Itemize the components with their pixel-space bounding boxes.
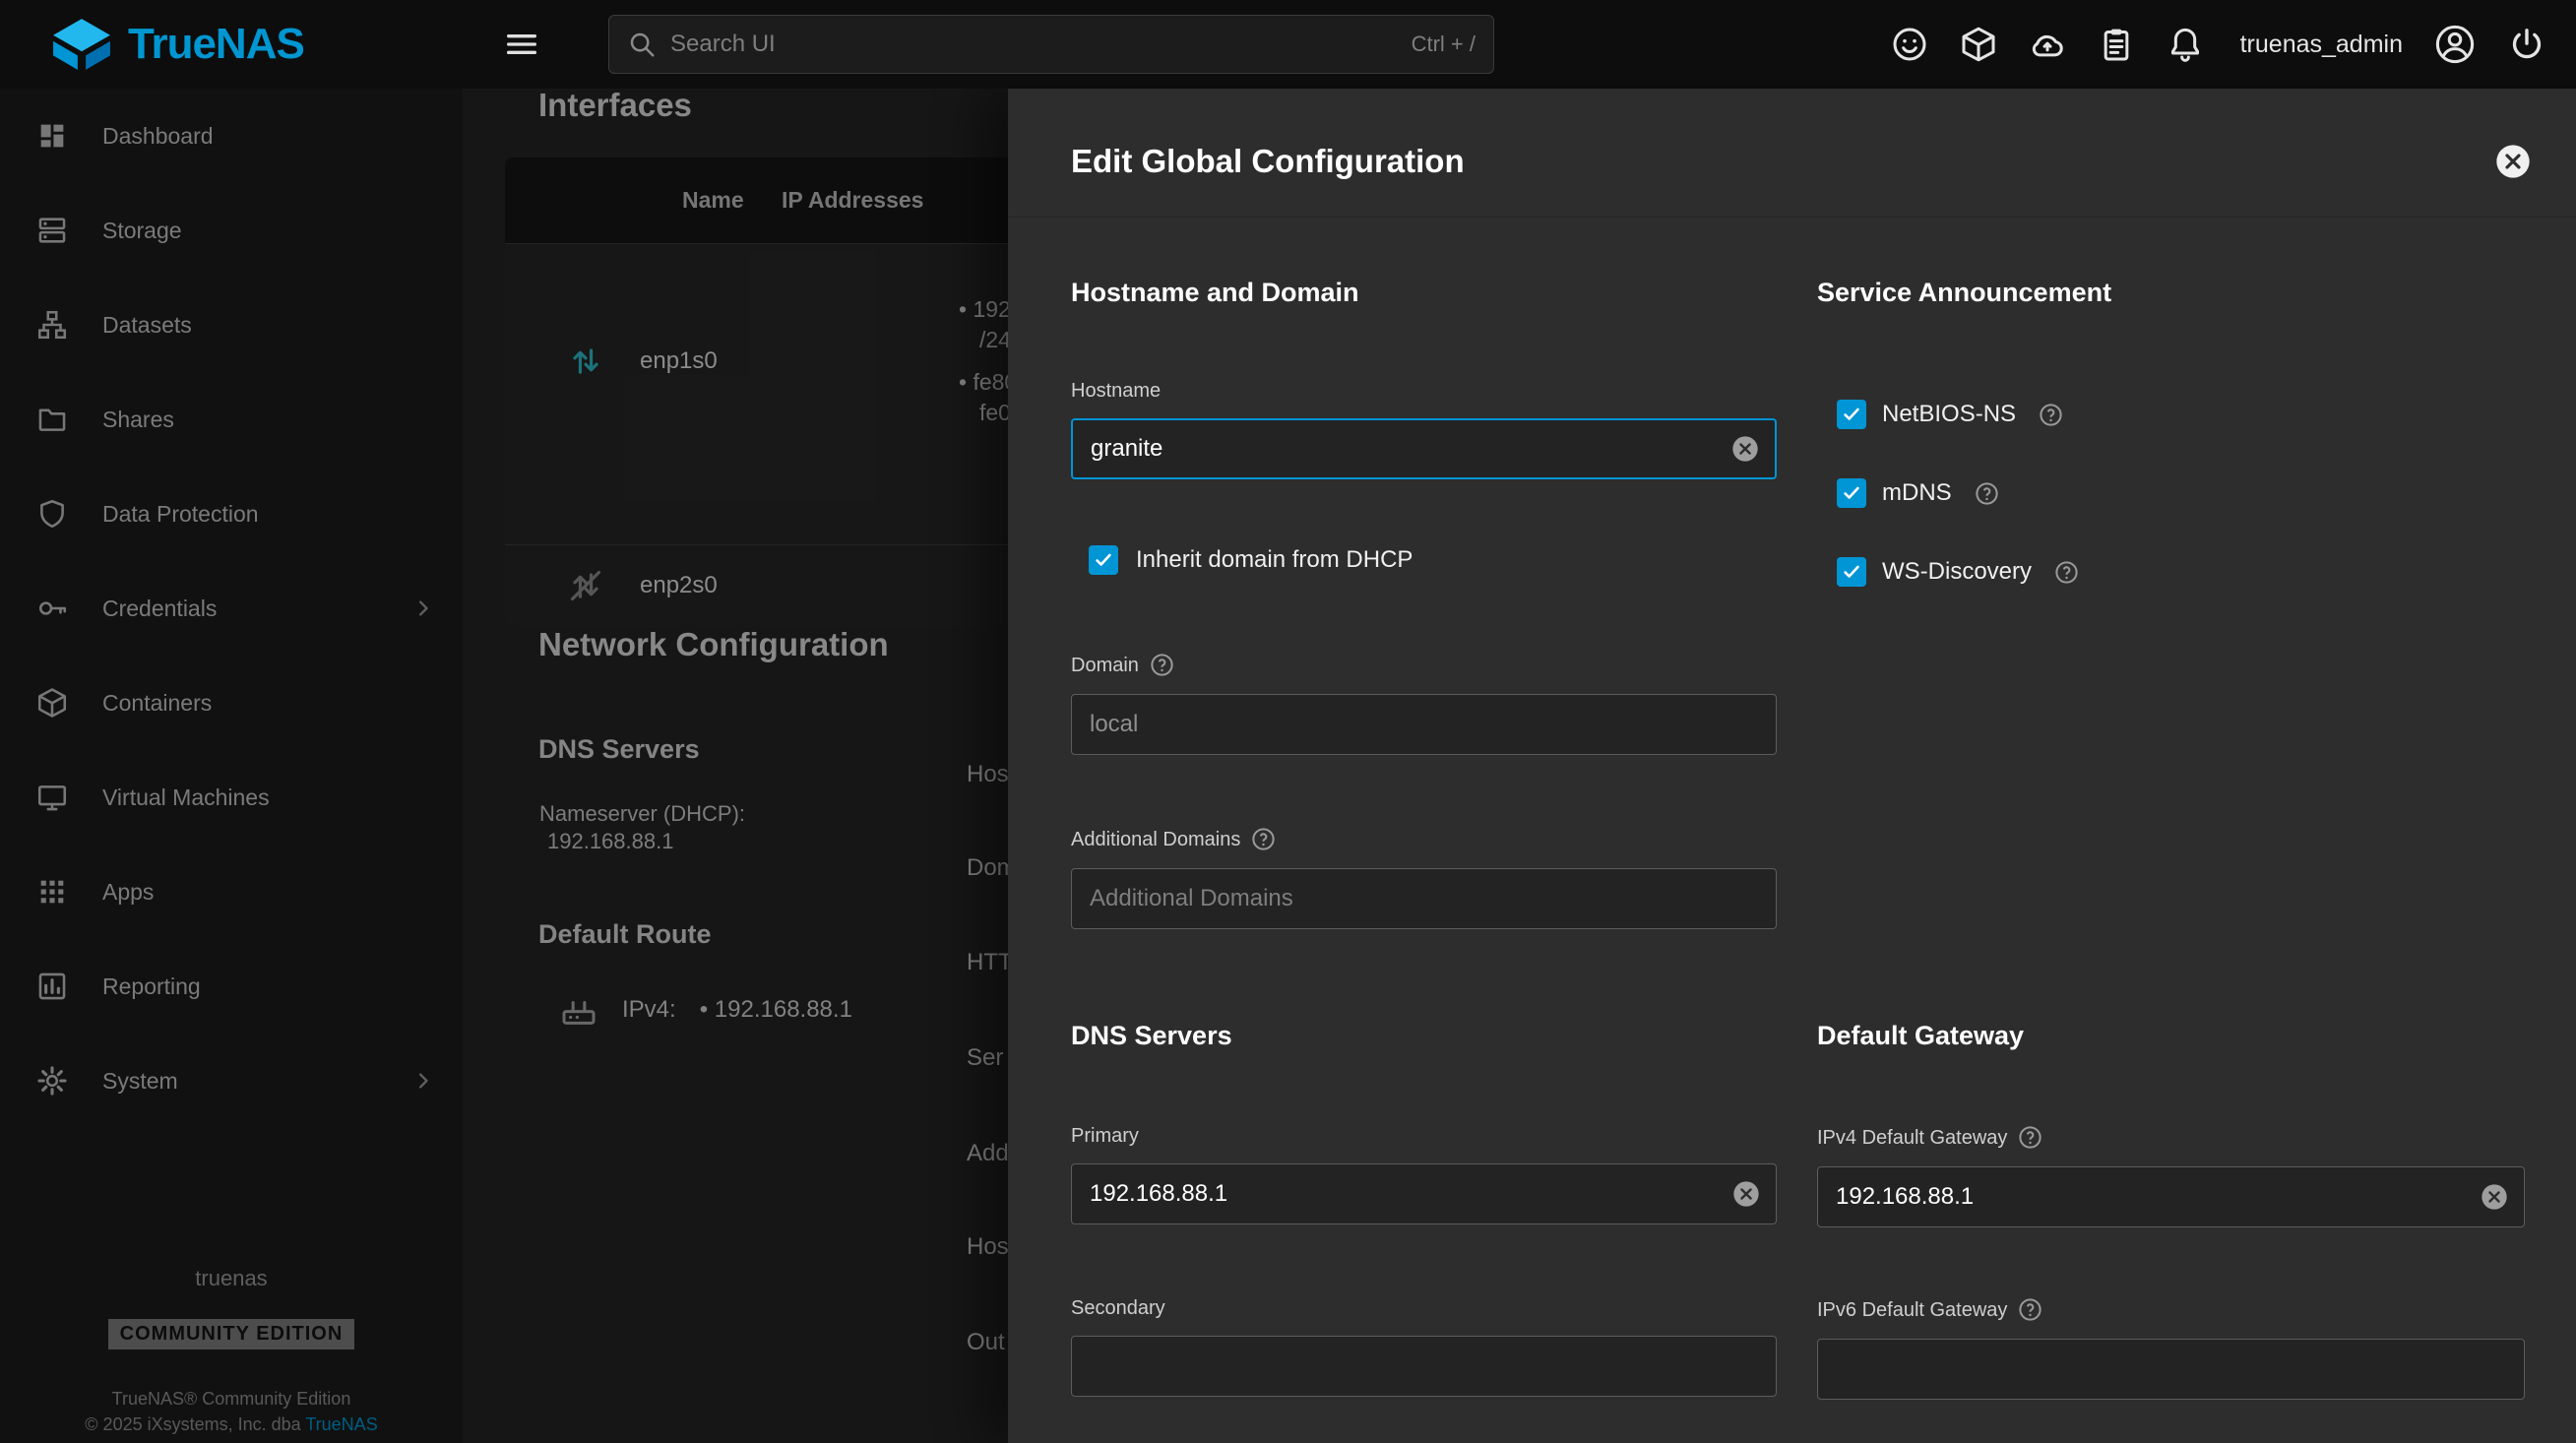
truenas-logo-icon bbox=[51, 17, 112, 72]
mdns-row: mDNS bbox=[1837, 478, 2525, 508]
ipv4-gateway-input-wrapper bbox=[1817, 1166, 2525, 1227]
top-bar: TrueNAS Ctrl + / bbox=[0, 0, 2576, 89]
primary-dns-field: Primary bbox=[1071, 1124, 1777, 1224]
wsdiscovery-row: WS-Discovery bbox=[1837, 557, 2525, 587]
ipv4-gateway-label-row: IPv4 Default Gateway bbox=[1817, 1124, 2525, 1151]
username-label: truenas_admin bbox=[2240, 31, 2403, 59]
secondary-dns-label: Secondary bbox=[1071, 1296, 1777, 1320]
help-icon[interactable] bbox=[2038, 402, 2064, 428]
domain-input-wrapper bbox=[1071, 694, 1777, 755]
netbios-checkbox[interactable] bbox=[1837, 400, 1866, 429]
user-menu-button[interactable] bbox=[2432, 22, 2478, 67]
menu-toggle-button[interactable] bbox=[502, 25, 541, 64]
checkmark-icon bbox=[1841, 482, 1862, 504]
search-icon bbox=[627, 30, 657, 59]
hostname-input-wrapper bbox=[1071, 418, 1777, 479]
wsdiscovery-checkbox[interactable] bbox=[1837, 557, 1866, 587]
power-icon bbox=[2507, 25, 2546, 64]
cloud-button[interactable] bbox=[2028, 25, 2067, 64]
help-icon[interactable] bbox=[1250, 826, 1277, 852]
ipv4-gateway-label: IPv4 Default Gateway bbox=[1817, 1126, 2007, 1150]
close-icon bbox=[2493, 142, 2533, 181]
user-avatar-icon bbox=[2432, 22, 2478, 67]
truenas-logo[interactable]: TrueNAS bbox=[0, 17, 463, 72]
close-dialog-button[interactable] bbox=[2493, 142, 2533, 181]
additional-domains-input-wrapper bbox=[1071, 868, 1777, 929]
ipv4-gateway-input[interactable] bbox=[1818, 1167, 2479, 1226]
checkmark-icon bbox=[1841, 404, 1862, 425]
additional-domains-field: Additional Domains bbox=[1071, 826, 1777, 929]
mdns-checkbox[interactable] bbox=[1837, 478, 1866, 508]
hostname-domain-heading: Hostname and Domain bbox=[1071, 273, 1777, 312]
stack-icon bbox=[1959, 25, 1998, 64]
feedback-icon bbox=[1890, 25, 1929, 64]
service-announcement-heading: Service Announcement bbox=[1817, 273, 2525, 312]
topbar-actions: truenas_admin bbox=[1890, 22, 2576, 67]
help-icon[interactable] bbox=[1974, 480, 2000, 507]
help-icon[interactable] bbox=[2017, 1296, 2043, 1323]
domain-label-row: Domain bbox=[1071, 652, 1777, 678]
secondary-dns-input-wrapper bbox=[1071, 1336, 1777, 1397]
dns-servers-heading: DNS Servers bbox=[1071, 1016, 1777, 1055]
help-icon[interactable] bbox=[2017, 1124, 2043, 1151]
netbios-label: NetBIOS-NS bbox=[1882, 401, 2016, 428]
help-icon[interactable] bbox=[2053, 559, 2080, 586]
domain-field: Domain bbox=[1071, 652, 1777, 755]
default-gateway-heading: Default Gateway bbox=[1817, 1016, 2525, 1055]
edit-global-configuration-dialog: Edit Global Configuration Hostname and D… bbox=[1008, 89, 2576, 1443]
additional-domains-input[interactable] bbox=[1072, 869, 1776, 928]
inherit-domain-checkbox[interactable] bbox=[1089, 545, 1118, 575]
ipv6-gateway-label-row: IPv6 Default Gateway bbox=[1817, 1296, 2525, 1323]
dialog-header: Edit Global Configuration bbox=[1008, 89, 2576, 218]
primary-dns-input-wrapper bbox=[1071, 1163, 1777, 1224]
primary-dns-input[interactable] bbox=[1072, 1164, 1730, 1223]
hamburger-icon bbox=[502, 25, 541, 64]
service-announcement-options: NetBIOS-NS mDNS bbox=[1837, 400, 2525, 587]
additional-domains-label-row: Additional Domains bbox=[1071, 826, 1777, 852]
checkmark-icon bbox=[1841, 561, 1862, 583]
checkmark-icon bbox=[1093, 549, 1114, 571]
jobs-button[interactable] bbox=[2097, 25, 2136, 64]
ipv4-gateway-field: IPv4 Default Gateway bbox=[1817, 1124, 2525, 1227]
ipv6-gateway-label: IPv6 Default Gateway bbox=[1817, 1298, 2007, 1322]
inherit-domain-row: Inherit domain from DHCP bbox=[1089, 545, 1777, 575]
power-button[interactable] bbox=[2507, 25, 2546, 64]
alerts-icon bbox=[2166, 25, 2205, 64]
clear-primary-dns-icon[interactable] bbox=[1730, 1178, 1762, 1210]
mdns-label: mDNS bbox=[1882, 479, 1952, 507]
logo-text: TrueNAS bbox=[128, 20, 304, 69]
wsdiscovery-label: WS-Discovery bbox=[1882, 558, 2032, 586]
additional-domains-label: Additional Domains bbox=[1071, 828, 1240, 851]
netbios-row: NetBIOS-NS bbox=[1837, 400, 2525, 429]
primary-dns-label: Primary bbox=[1071, 1124, 1777, 1148]
clear-hostname-icon[interactable] bbox=[1729, 433, 1761, 465]
domain-input[interactable] bbox=[1072, 695, 1776, 754]
secondary-dns-input[interactable] bbox=[1072, 1337, 1776, 1396]
feedback-button[interactable] bbox=[1890, 25, 1929, 64]
hostname-label: Hostname bbox=[1071, 379, 1777, 403]
domain-label: Domain bbox=[1071, 654, 1139, 677]
ipv6-gateway-field: IPv6 Default Gateway bbox=[1817, 1296, 2525, 1400]
alerts-button[interactable] bbox=[2166, 25, 2205, 64]
search-box[interactable]: Ctrl + / bbox=[608, 15, 1494, 74]
clear-ipv4-gateway-icon[interactable] bbox=[2479, 1181, 2510, 1213]
hostname-domain-fields: Hostname Inherit domain from DHCP bbox=[1071, 379, 1777, 929]
ipv6-gateway-input-wrapper bbox=[1817, 1339, 2525, 1400]
help-icon[interactable] bbox=[1149, 652, 1175, 678]
ipv6-gateway-input[interactable] bbox=[1818, 1340, 2524, 1399]
search-shortcut: Ctrl + / bbox=[1412, 31, 1476, 57]
hostname-field: Hostname bbox=[1071, 379, 1777, 479]
cloud-icon bbox=[2028, 25, 2067, 64]
inherit-domain-label: Inherit domain from DHCP bbox=[1136, 546, 1413, 574]
stack-button[interactable] bbox=[1959, 25, 1998, 64]
jobs-icon bbox=[2097, 25, 2136, 64]
search-input[interactable] bbox=[670, 31, 1412, 58]
hostname-input[interactable] bbox=[1073, 420, 1729, 477]
dialog-title: Edit Global Configuration bbox=[1071, 143, 1465, 180]
secondary-dns-field: Secondary bbox=[1071, 1296, 1777, 1397]
